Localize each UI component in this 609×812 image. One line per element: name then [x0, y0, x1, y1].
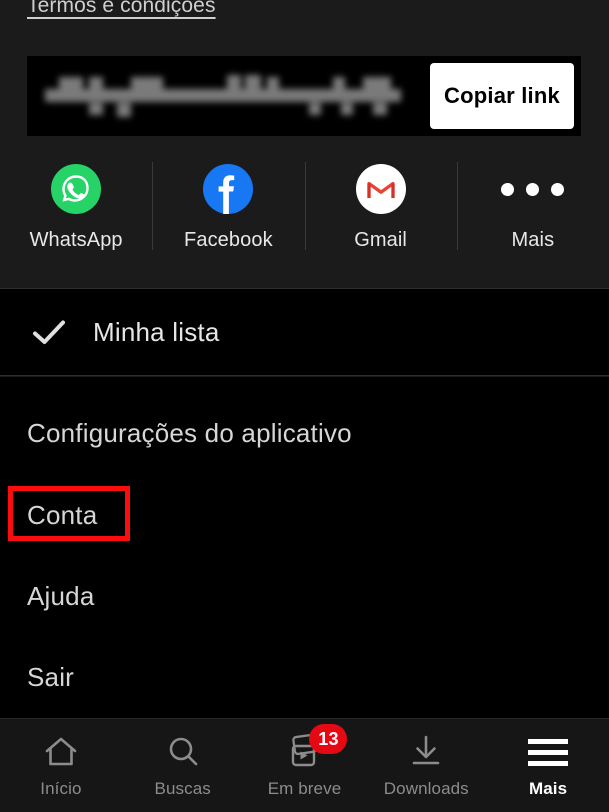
share-target-label: Mais	[511, 229, 555, 251]
menu-item-app-settings[interactable]: Configurações do aplicativo	[0, 404, 609, 462]
em-breve-badge: 13	[309, 724, 348, 754]
gmail-icon	[355, 164, 406, 214]
nav-item-inicio[interactable]: Início	[0, 719, 122, 799]
share-target-gmail[interactable]: Gmail	[304, 150, 457, 252]
facebook-icon	[203, 164, 254, 214]
download-icon	[412, 735, 440, 765]
share-target-label: Facebook	[184, 229, 273, 251]
share-target-facebook[interactable]: Facebook	[152, 150, 304, 252]
menu-item-label: Configurações do aplicativo	[27, 417, 352, 448]
nav-item-label: Downloads	[383, 779, 469, 798]
nav-item-buscas[interactable]: Buscas	[122, 719, 244, 799]
share-target-label: Gmail	[354, 229, 407, 251]
nav-item-label: Em breve	[267, 779, 342, 798]
nav-item-em-breve[interactable]: 13 Em breve	[244, 719, 366, 799]
settings-menu: Configurações do aplicativo Conta Ajuda …	[0, 377, 609, 718]
menu-item-label: Sair	[27, 661, 75, 692]
bottom-navigation-bar: Início Buscas 13 Em breve Downloads Mais	[0, 718, 609, 812]
home-icon	[45, 737, 77, 766]
whatsapp-icon	[51, 164, 102, 214]
nav-item-label: Mais	[528, 779, 568, 798]
my-list-row[interactable]: Minha lista	[0, 288, 609, 376]
check-icon	[33, 320, 65, 344]
share-targets-row: WhatsApp Facebook Gmail Mais	[0, 150, 609, 288]
menu-item-label: Conta	[27, 499, 98, 530]
hamburger-icon	[528, 732, 569, 772]
share-target-more[interactable]: Mais	[456, 150, 609, 252]
nav-item-mais[interactable]: Mais	[487, 719, 609, 799]
more-dots-icon	[501, 164, 565, 214]
nav-item-label: Buscas	[154, 779, 211, 798]
share-link-text-redacted[interactable]	[45, 73, 405, 119]
menu-item-label: Ajuda	[27, 580, 95, 611]
share-link-bar: Copiar link	[27, 56, 581, 136]
nav-item-label: Início	[40, 779, 82, 798]
copy-link-button[interactable]: Copiar link	[430, 63, 574, 129]
share-target-label: WhatsApp	[29, 229, 123, 251]
share-target-whatsapp[interactable]: WhatsApp	[0, 150, 152, 252]
menu-item-help[interactable]: Ajuda	[0, 567, 609, 625]
terms-row: Termos e condições	[0, 0, 609, 42]
my-list-label: Minha lista	[93, 316, 220, 347]
menu-item-account[interactable]: Conta	[0, 486, 609, 544]
search-icon	[169, 737, 197, 766]
terms-and-conditions-link[interactable]: Termos e condições	[27, 0, 216, 18]
nav-item-downloads[interactable]: Downloads	[365, 719, 487, 799]
app-screen: Termos e condições Copiar link WhatsApp	[0, 0, 609, 812]
menu-item-sign-out[interactable]: Sair	[0, 648, 609, 706]
